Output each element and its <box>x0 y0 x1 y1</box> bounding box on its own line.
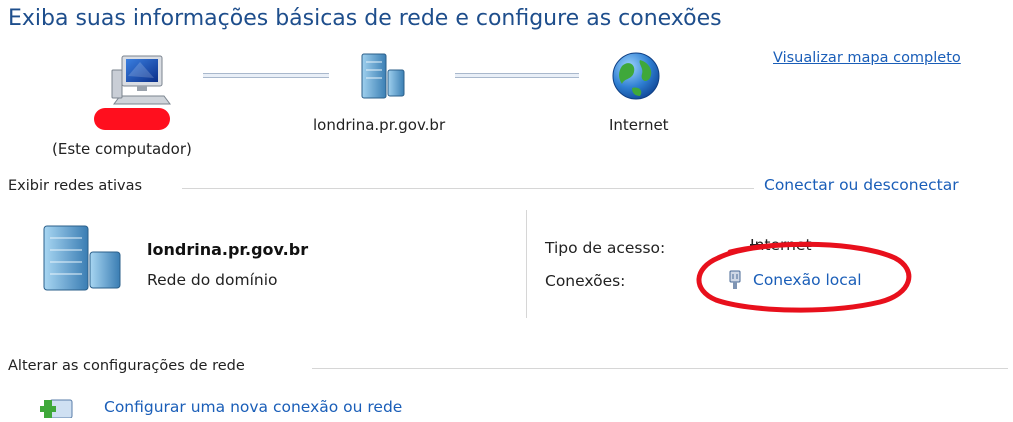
redacted-computer-name <box>94 108 170 130</box>
computer-icon <box>110 52 174 108</box>
connect-disconnect-link[interactable]: Conectar ou desconectar <box>764 176 959 194</box>
annotation-circle <box>696 241 912 313</box>
vertical-divider <box>526 210 527 318</box>
access-type-label: Tipo de acesso: <box>545 239 666 257</box>
setup-new-connection-link[interactable]: Configurar uma nova conexão ou rede <box>104 398 402 416</box>
divider <box>312 368 1008 369</box>
network-name: londrina.pr.gov.br <box>147 240 309 259</box>
connections-label: Conexões: <box>545 272 626 290</box>
server-icon <box>358 52 408 100</box>
connection-line <box>203 73 329 78</box>
view-full-map-link[interactable]: Visualizar mapa completo <box>773 50 961 66</box>
new-connection-icon <box>40 398 76 419</box>
network-type: Rede do domínio <box>147 271 278 289</box>
internet-label: Internet <box>609 116 669 134</box>
domain-network-icon <box>40 224 124 292</box>
change-settings-header: Alterar as configurações de rede <box>8 358 245 374</box>
this-computer-label: (Este computador) <box>52 140 192 158</box>
globe-icon <box>610 50 662 102</box>
domain-label: londrina.pr.gov.br <box>313 116 446 134</box>
divider <box>182 188 754 189</box>
page-title: Exiba suas informações básicas de rede e… <box>8 6 722 31</box>
active-networks-header: Exibir redes ativas <box>8 178 143 194</box>
connection-line <box>455 73 579 78</box>
